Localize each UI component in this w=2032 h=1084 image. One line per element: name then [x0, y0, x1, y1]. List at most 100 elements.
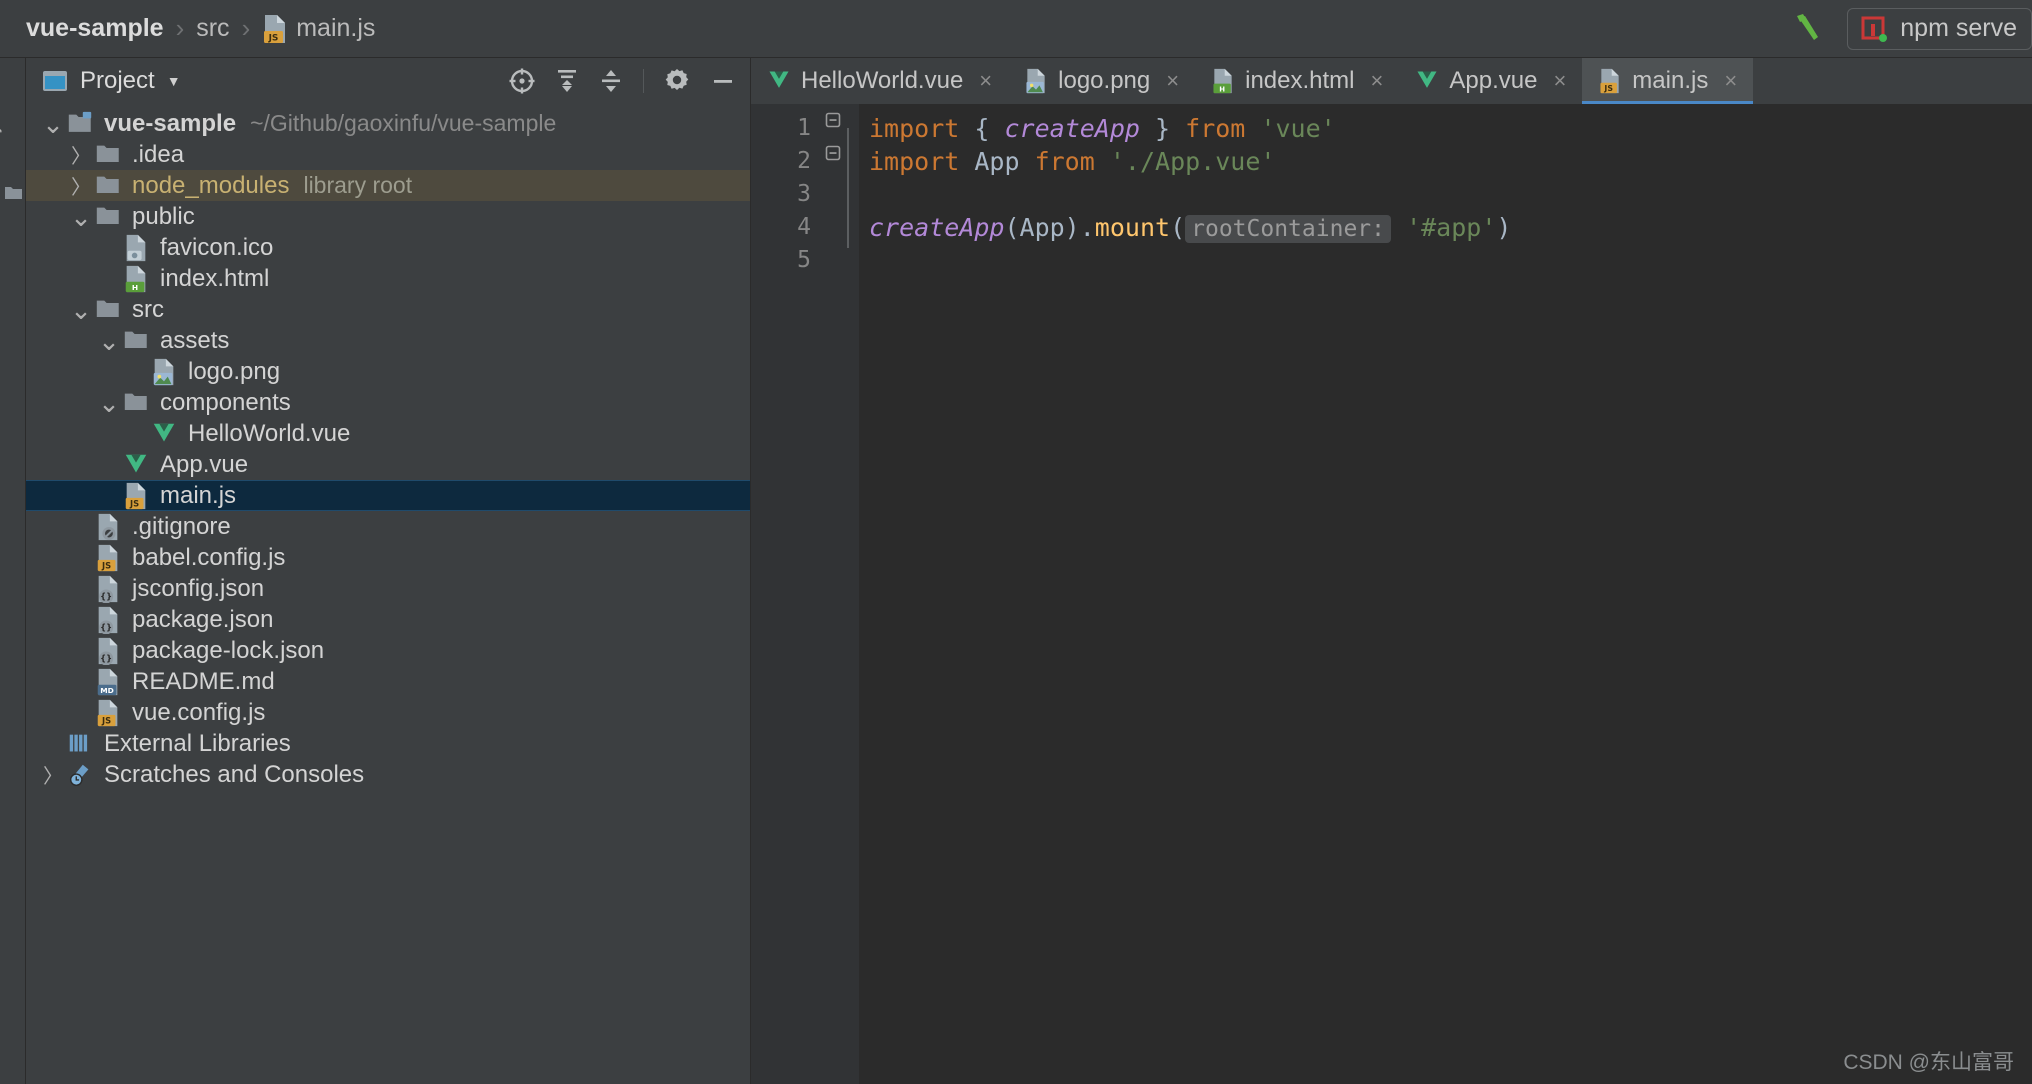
folder-icon-slot [122, 327, 150, 355]
js-file-icon-slot: JS [94, 544, 122, 572]
tree-row-sublabel: ~/Github/gaoxinfu/vue-sample [250, 110, 557, 136]
chevron-down-icon[interactable]: ⌄ [40, 111, 66, 137]
json-file-icon-slot: {} [94, 606, 122, 634]
fold-empty [825, 244, 859, 277]
tree-row-main-js[interactable]: JS main.js [26, 480, 750, 511]
tree-row-label: main.js [160, 481, 237, 509]
chevron-down-icon[interactable]: ⌄ [68, 297, 94, 323]
folder-icon [95, 203, 121, 231]
fold-minus-icon[interactable] [825, 145, 859, 178]
code-line[interactable] [869, 178, 2032, 211]
breadcrumb-item-file[interactable]: JS main.js [262, 14, 375, 44]
code-content[interactable]: import { createApp } from 'vue' import Ap… [859, 104, 2032, 1084]
tree-row-index-html[interactable]: Hindex.html [26, 263, 750, 294]
tree-row-gitignore[interactable]: .gitignore [26, 511, 750, 542]
code-token: . [1079, 213, 1095, 242]
hide-icon[interactable] [710, 68, 736, 94]
code-editor[interactable]: 12345 import { createApp } from 'vue' imp… [751, 104, 2032, 1084]
project-tree[interactable]: ⌄ vue-sample ~/Github/gaoxinfu/vue-sample 〉… [26, 104, 750, 1084]
editor-tab-main-js[interactable]: JS main.js × [1582, 58, 1754, 104]
chevron-right-icon[interactable]: 〉 [68, 171, 94, 200]
close-icon[interactable]: × [1166, 68, 1179, 94]
tree-row-babel-config-js[interactable]: JS babel.config.js [26, 542, 750, 573]
tree-row-readme-md[interactable]: MD README.md [26, 666, 750, 697]
fold-guide-line [847, 128, 849, 248]
tree-row-vue-sample[interactable]: ⌄ vue-sample ~/Github/gaoxinfu/vue-sample [26, 108, 750, 139]
tree-row-favicon-ico[interactable]: favicon.ico [26, 232, 750, 263]
line-number: 5 [797, 247, 811, 273]
vue-file-icon [123, 451, 149, 479]
hammer-icon[interactable] [1791, 12, 1825, 46]
close-icon[interactable]: × [1371, 68, 1384, 94]
chevron-down-icon[interactable]: ⌄ [96, 328, 122, 354]
code-line[interactable] [869, 244, 2032, 277]
editor-tab-logo-png[interactable]: logo.png × [1008, 58, 1195, 104]
code-token: createApp [1004, 114, 1140, 143]
svg-text:MD: MD [100, 686, 114, 695]
tree-row-label: External Libraries [104, 729, 291, 757]
close-icon[interactable]: × [1553, 68, 1566, 94]
editor-tab-label: App.vue [1449, 67, 1538, 94]
code-folding-gutter[interactable] [825, 104, 859, 1084]
breadcrumb-file-label: main.js [296, 14, 376, 42]
tree-row-logo-png[interactable]: logo.png [26, 356, 750, 387]
svg-text:JS: JS [268, 33, 279, 43]
run-configuration-label: npm serve [1900, 14, 2017, 42]
chevron-down-icon[interactable]: ⌄ [68, 204, 94, 230]
close-icon[interactable]: × [1724, 68, 1737, 94]
tree-row-package-json[interactable]: {} package.json [26, 604, 750, 635]
select-opened-file-icon[interactable] [509, 68, 535, 94]
editor-tab-label: main.js [1632, 67, 1709, 94]
tree-row-external-libraries[interactable]: External Libraries [26, 728, 750, 759]
code-token: './App.vue' [1109, 147, 1276, 176]
svg-text:{}: {} [100, 622, 112, 632]
tree-row-src[interactable]: ⌄ src [26, 294, 750, 325]
editor-tab-app-vue[interactable]: App.vue × [1399, 58, 1582, 104]
tree-row-components[interactable]: ⌄ components [26, 387, 750, 418]
tree-row-label: .gitignore [132, 512, 231, 540]
project-folder-icon-slot [66, 110, 94, 138]
project-panel: Project ▼ ⌄ vue-sample ~/Github/gaoxinfu… [26, 58, 750, 1084]
tree-row-vue-config-js[interactable]: JS vue.config.js [26, 697, 750, 728]
code-line[interactable]: import App from './App.vue' [869, 145, 2032, 178]
editor-tab-helloworld-vue[interactable]: HelloWorld.vue × [751, 58, 1008, 104]
line-number: 4 [797, 214, 811, 240]
chevron-right-icon[interactable]: 〉 [68, 140, 94, 169]
breadcrumb-separator: › [175, 13, 185, 43]
fold-minus-icon[interactable] [825, 112, 859, 145]
tree-row-jsconfig-json[interactable]: {} jsconfig.json [26, 573, 750, 604]
tree-row-node-modules[interactable]: 〉 node_modules library root [26, 170, 750, 201]
tree-row-scratches-and-consoles[interactable]: 〉 Scratches and Consoles [26, 759, 750, 790]
gear-icon[interactable] [664, 68, 690, 94]
tree-row-label: node_modules [132, 171, 290, 199]
chevron-down-icon[interactable]: ▼ [167, 73, 181, 89]
code-line[interactable]: import { createApp } from 'vue' [869, 112, 2032, 145]
tree-row-label: assets [160, 326, 230, 354]
expand-all-icon[interactable] [555, 68, 579, 94]
breadcrumb-item-project[interactable]: vue-sample [26, 14, 164, 43]
vue-file-icon [151, 420, 177, 448]
editor-tab-index-html[interactable]: Hindex.html × [1195, 58, 1399, 104]
tree-row-label: babel.config.js [132, 543, 286, 571]
code-token: } [1155, 114, 1171, 143]
tree-row-helloworld-vue[interactable]: HelloWorld.vue [26, 418, 750, 449]
run-configuration-selector[interactable]: npm serve [1847, 7, 2032, 50]
tree-row-package-lock-json[interactable]: {} package-lock.json [26, 635, 750, 666]
chevron-right-icon[interactable]: 〉 [40, 760, 66, 789]
js-file-icon: JS [123, 482, 149, 510]
tree-row-app-vue[interactable]: App.vue [26, 449, 750, 480]
tree-row-label: vue.config.js [132, 698, 266, 726]
collapse-all-icon[interactable] [599, 68, 623, 94]
breadcrumb-item-src[interactable]: src [196, 14, 229, 43]
editor-tab-label: logo.png [1058, 67, 1151, 94]
close-icon[interactable]: × [979, 68, 992, 94]
code-line[interactable]: createApp(App).mount(rootContainer: '#ap… [869, 211, 2032, 244]
tree-row-assets[interactable]: ⌄ assets [26, 325, 750, 356]
chevron-down-icon[interactable]: ⌄ [96, 390, 122, 416]
tree-row-public[interactable]: ⌄ public [26, 201, 750, 232]
folder-icon-slot [122, 389, 150, 417]
tree-row-idea[interactable]: 〉 .idea [26, 139, 750, 170]
code-token: from [1034, 147, 1095, 176]
json-file-icon: {} [95, 606, 121, 634]
